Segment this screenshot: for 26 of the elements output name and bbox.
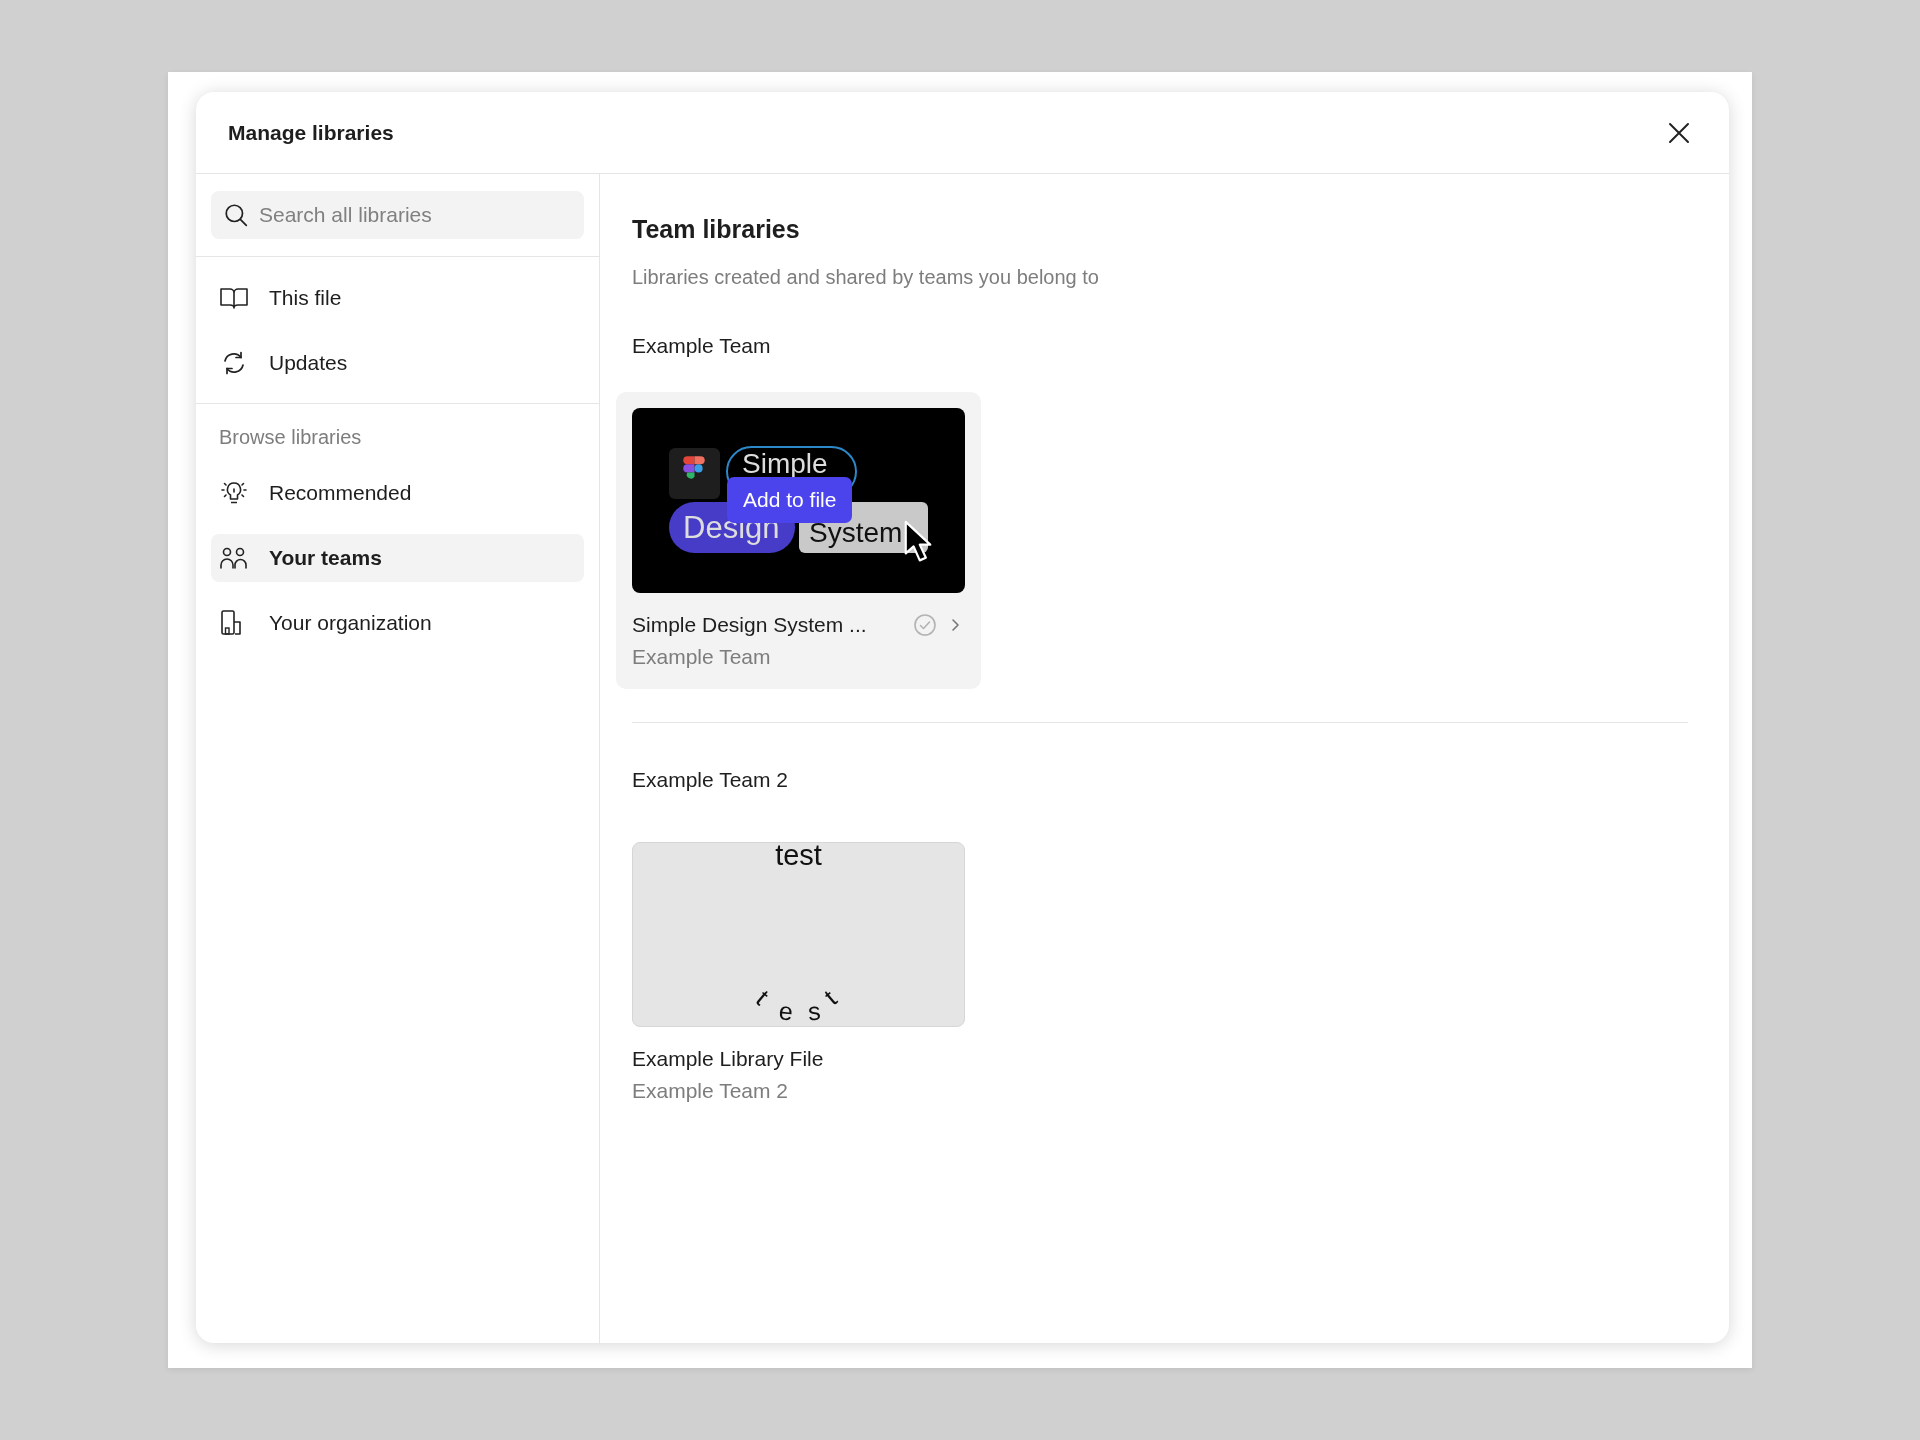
book-icon bbox=[219, 285, 249, 311]
curved-text: t e s t bbox=[753, 991, 843, 1026]
nav-item[interactable]: Your organization bbox=[211, 599, 584, 647]
check-circle-icon bbox=[913, 613, 937, 637]
dialog-title: Manage libraries bbox=[228, 120, 394, 145]
section-subtitle: Libraries created and shared by teams you belong to bbox=[632, 266, 1099, 289]
nav-item[interactable]: Updates bbox=[211, 339, 584, 387]
nav-item[interactable]: Your teams bbox=[211, 534, 584, 582]
team-name: Example Team bbox=[632, 334, 771, 358]
cursor-icon bbox=[904, 520, 932, 564]
logo-icon bbox=[669, 448, 720, 499]
search-field[interactable]: Search all libraries bbox=[211, 191, 584, 239]
library-card[interactable]: test t e s t Example Library File Example Team 2 bbox=[616, 826, 981, 1123]
thumbnail-text: test bbox=[774, 843, 823, 872]
nav-item[interactable]: This file bbox=[211, 274, 584, 322]
people-icon bbox=[219, 545, 249, 571]
library-name: Simple Design System ... bbox=[632, 613, 868, 637]
section-heading: Browse libraries bbox=[218, 426, 363, 449]
section-title: Team libraries bbox=[632, 215, 800, 244]
nav-item[interactable]: Recommended bbox=[211, 469, 584, 517]
library-team: Example Team 2 bbox=[632, 1079, 790, 1103]
team-name: Example Team 2 bbox=[632, 768, 789, 792]
search-icon bbox=[223, 202, 249, 228]
library-team: Example Team bbox=[632, 645, 772, 669]
library-name: Example Library File bbox=[632, 1047, 825, 1071]
close-icon bbox=[1667, 120, 1691, 145]
